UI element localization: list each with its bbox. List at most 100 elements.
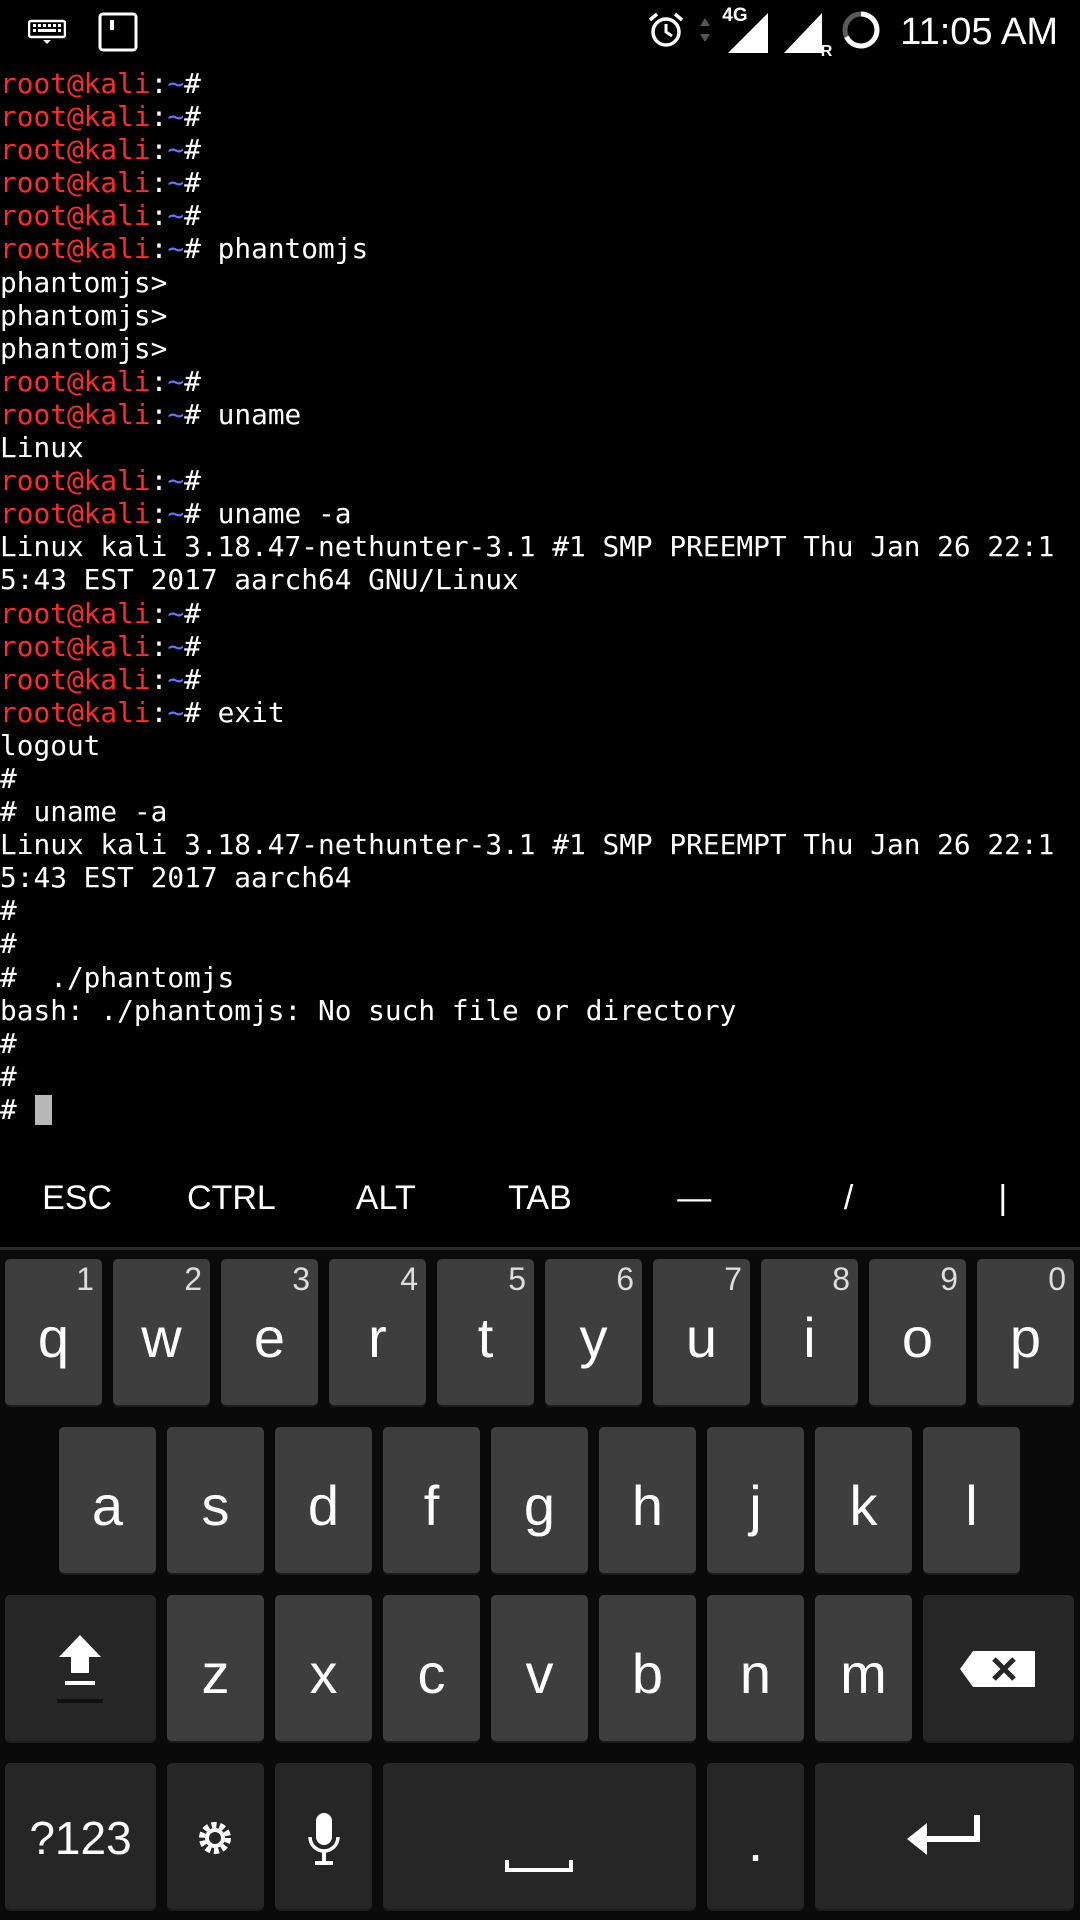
key-r[interactable]: 4r [329, 1259, 426, 1405]
key-label: s [201, 1474, 230, 1537]
prompt-separator: : [150, 662, 168, 696]
backspace-key[interactable] [923, 1595, 1074, 1741]
key-c[interactable]: c [383, 1595, 480, 1741]
key-j[interactable]: j [707, 1427, 804, 1573]
extra-key-ctrl[interactable]: CTRL [154, 1162, 308, 1234]
prompt-separator: : [150, 629, 168, 663]
key-label: d [307, 1474, 340, 1537]
terminal-line: Linux kali 3.18.47-nethunter-3.1 #1 SMP … [0, 530, 1080, 563]
key-label: q [37, 1306, 70, 1369]
key-m[interactable]: m [815, 1595, 912, 1741]
key-e[interactable]: 3e [221, 1259, 318, 1405]
prompt-separator: : [150, 497, 168, 531]
extra-key-tab[interactable]: TAB [463, 1162, 617, 1234]
prompt-separator: : [150, 100, 168, 134]
shift-key[interactable] [5, 1595, 156, 1741]
key-h[interactable]: h [599, 1427, 696, 1573]
key-a[interactable]: a [59, 1427, 156, 1573]
prompt-user: root@kali [0, 199, 151, 233]
extra-key-slash[interactable]: / [771, 1162, 925, 1234]
key-i[interactable]: 8i [761, 1259, 858, 1405]
key-hint: 5 [508, 1261, 526, 1297]
extra-key-dash[interactable]: — [617, 1162, 771, 1234]
key-hint: 2 [184, 1261, 202, 1297]
output-text: phantomjs> [0, 265, 168, 299]
prompt-path: ~ [167, 133, 185, 167]
prompt-path: ~ [167, 166, 185, 200]
key-o[interactable]: 9o [869, 1259, 966, 1405]
prompt-user: root@kali [0, 100, 151, 134]
key-z[interactable]: z [167, 1595, 264, 1741]
mic-key[interactable] [275, 1763, 372, 1909]
command-text: uname -a [200, 497, 352, 531]
prompt-user: root@kali [0, 629, 151, 663]
key-label: m [840, 1642, 887, 1705]
enter-key[interactable] [815, 1763, 1074, 1909]
key-k[interactable]: k [815, 1427, 912, 1573]
key-l[interactable]: l [923, 1427, 1020, 1573]
prompt-separator: : [150, 364, 168, 398]
key-q[interactable]: 1q [5, 1259, 102, 1405]
terminal-line: # [0, 1027, 1080, 1060]
output-text: # [0, 1059, 17, 1093]
output-text: # [0, 1092, 34, 1126]
key-label: b [631, 1642, 664, 1705]
battery-ring-icon [840, 9, 882, 55]
prompt-path: ~ [167, 397, 185, 431]
soft-keyboard: 1q 2w 3e 4r 5t 6y 7u 8i 9o 0p a s d f g … [0, 1247, 1080, 1920]
prompt-symbol: # [184, 629, 201, 663]
key-v[interactable]: v [491, 1595, 588, 1741]
status-bar: 4G R 11:05 AM [0, 0, 1080, 62]
output-text: phantomjs> [0, 298, 168, 332]
key-d[interactable]: d [275, 1427, 372, 1573]
output-text: Linux [0, 431, 84, 465]
terminal-line: root@kali:~# [0, 663, 1080, 696]
terminal-line: # uname -a [0, 795, 1080, 828]
terminal-line: 5:43 EST 2017 aarch64 [0, 861, 1080, 894]
space-key[interactable] [383, 1763, 696, 1909]
key-b[interactable]: b [599, 1595, 696, 1741]
clock: 11:05 AM [900, 10, 1058, 53]
key-n[interactable]: n [707, 1595, 804, 1741]
roaming-label: R [820, 43, 833, 60]
command-text: uname [200, 397, 302, 431]
symbols-key[interactable]: ?123 [5, 1763, 156, 1909]
terminal-line: root@kali:~# [0, 464, 1080, 497]
prompt-separator: : [150, 596, 168, 630]
output-text: logout [0, 728, 101, 762]
prompt-separator: : [150, 133, 168, 167]
terminal-output[interactable]: root@kali:~# root@kali:~# root@kali:~# root… [0, 67, 1080, 1137]
extra-key-esc[interactable]: ESC [0, 1162, 154, 1234]
key-g[interactable]: g [491, 1427, 588, 1573]
extra-key-pipe[interactable]: | [926, 1162, 1080, 1234]
enter-icon [905, 1813, 985, 1863]
key-label: k [849, 1474, 878, 1537]
key-w[interactable]: 2w [113, 1259, 210, 1405]
shift-icon [51, 1633, 109, 1707]
period-key[interactable]: . [707, 1763, 804, 1909]
prompt-user: root@kali [0, 232, 151, 266]
extra-keys-row: ESC CTRL ALT TAB — / | [0, 1162, 1080, 1234]
output-text: # [0, 1026, 17, 1060]
screenshot-icon [98, 12, 138, 56]
key-label: t [477, 1306, 494, 1369]
extra-key-alt[interactable]: ALT [309, 1162, 463, 1234]
prompt-symbol: # [184, 497, 201, 531]
key-x[interactable]: x [275, 1595, 372, 1741]
key-s[interactable]: s [167, 1427, 264, 1573]
prompt-symbol: # [184, 464, 201, 498]
prompt-symbol: # [184, 695, 201, 729]
mic-icon [306, 1811, 342, 1873]
settings-key[interactable] [167, 1763, 264, 1909]
prompt-user: root@kali [0, 166, 151, 200]
prompt-separator: : [150, 67, 168, 100]
key-u[interactable]: 7u [653, 1259, 750, 1405]
key-f[interactable]: f [383, 1427, 480, 1573]
key-t[interactable]: 5t [437, 1259, 534, 1405]
command-text: exit [200, 695, 285, 729]
key-y[interactable]: 6y [545, 1259, 642, 1405]
key-p[interactable]: 0p [977, 1259, 1074, 1405]
prompt-path: ~ [167, 629, 185, 663]
prompt-symbol: # [184, 133, 201, 167]
prompt-symbol: # [184, 199, 201, 233]
